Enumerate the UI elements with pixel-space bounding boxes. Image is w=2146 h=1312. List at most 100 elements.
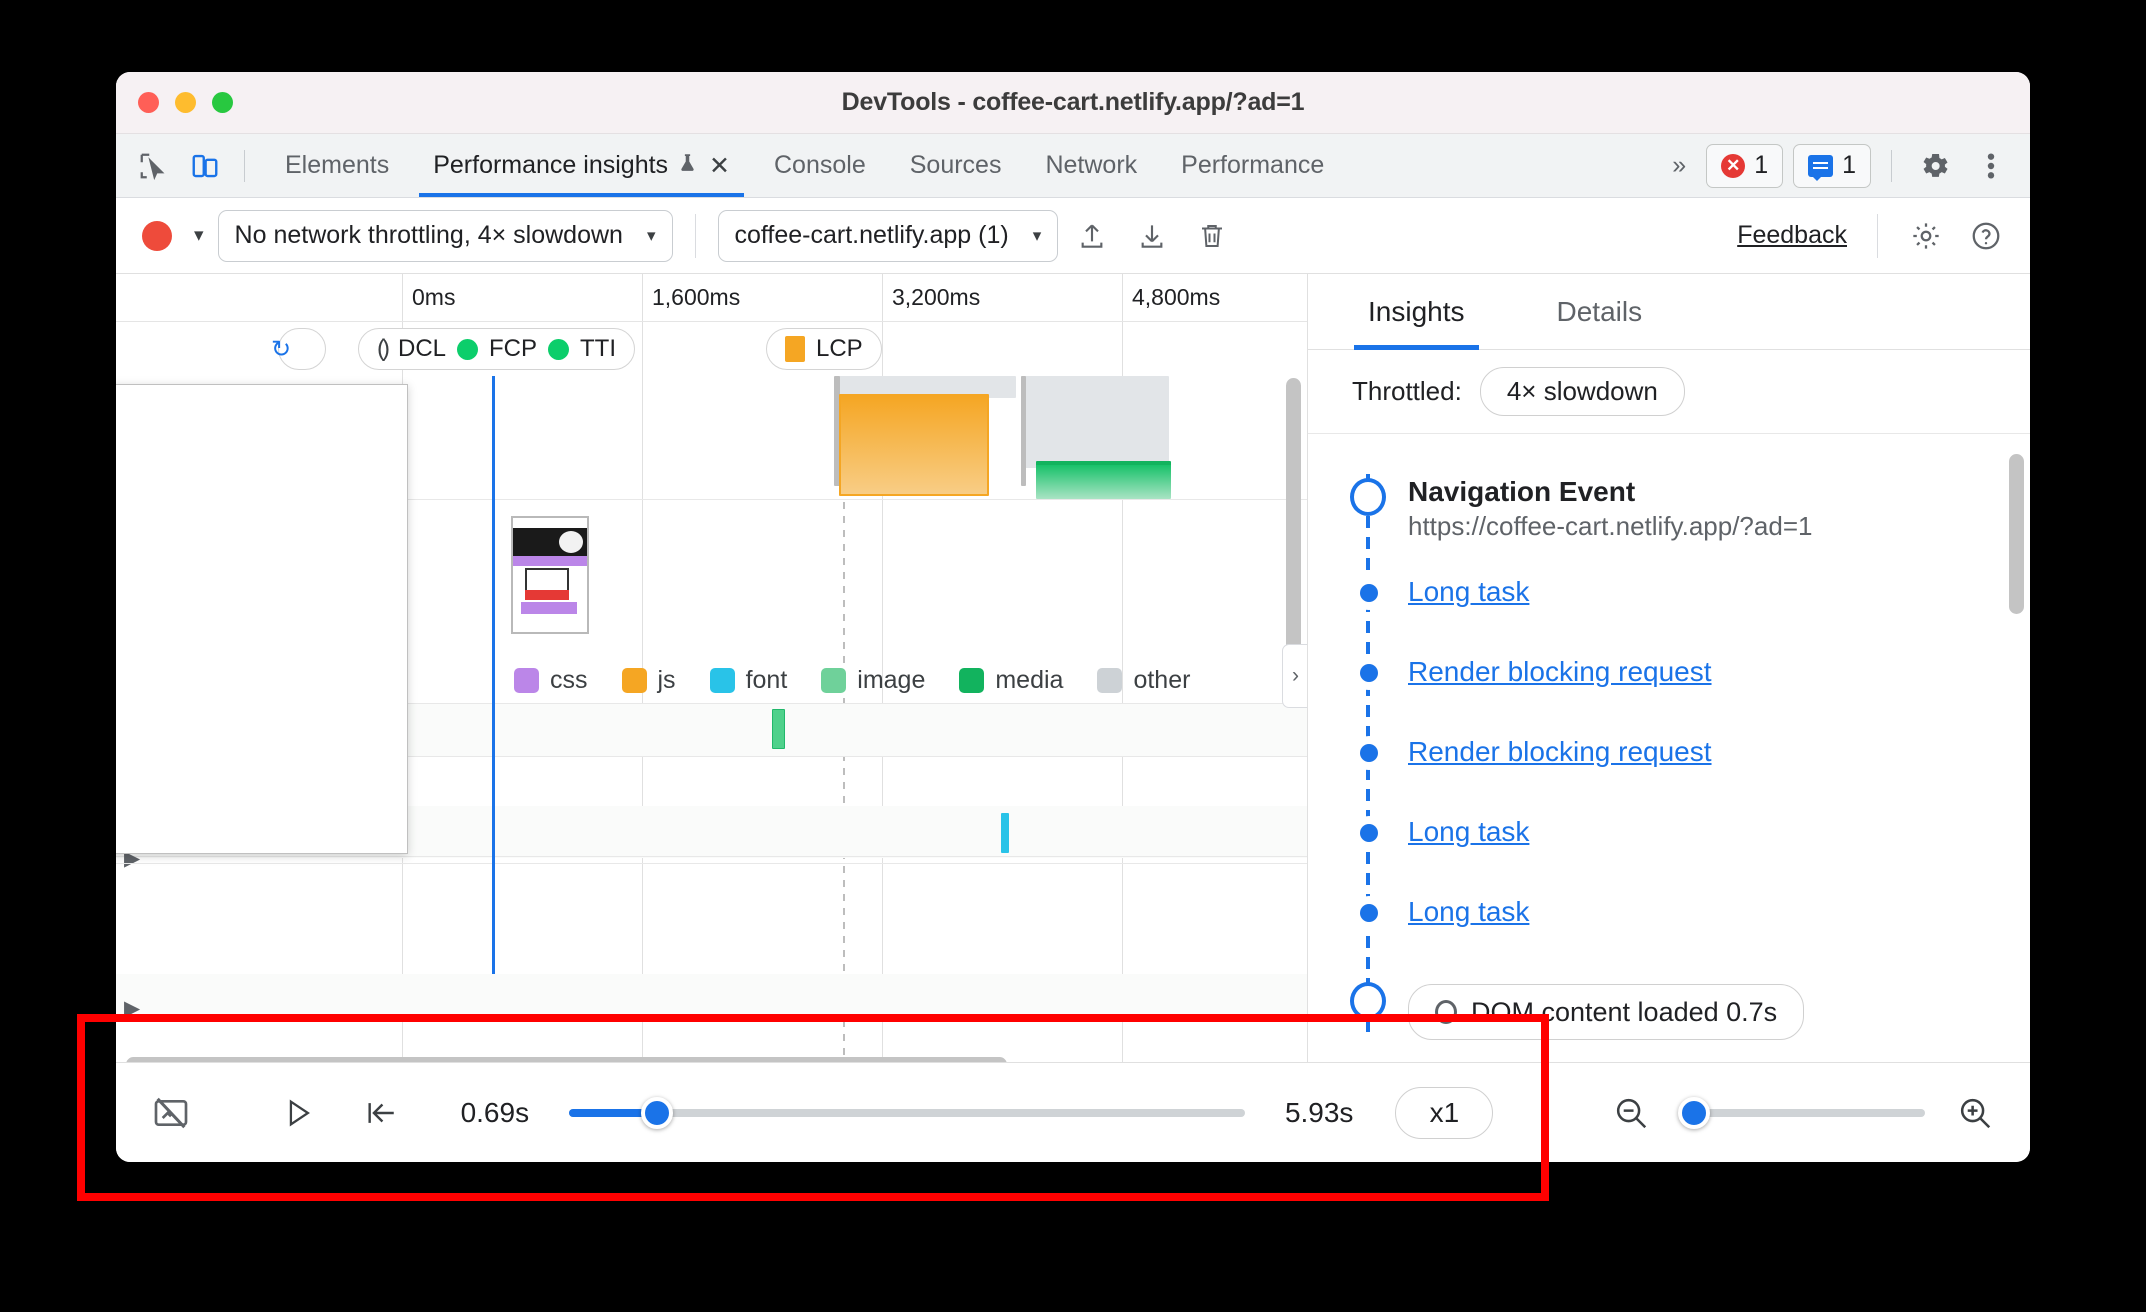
tab-performance-insights[interactable]: Performance insights ✕ (411, 134, 752, 197)
insights-list: Navigation Event https://coffee-cart.net… (1308, 434, 2030, 1040)
insight-item[interactable]: Long task (1308, 816, 2030, 896)
message-count-badge[interactable]: 1 (1793, 143, 1871, 188)
maximize-window-button[interactable] (212, 92, 233, 113)
legend-css-swatch (514, 668, 539, 693)
navigation-event-marker-icon (1350, 478, 1386, 516)
insight-link[interactable]: Render blocking request (1408, 656, 1712, 688)
download-icon[interactable] (1126, 210, 1178, 262)
network-request-js[interactable] (839, 394, 989, 496)
insight-item[interactable]: Long task (1308, 896, 2030, 976)
chevron-down-icon: ▾ (646, 225, 656, 245)
help-icon[interactable] (1960, 210, 2012, 262)
expand-sidebar-handle[interactable]: › (1282, 644, 1307, 708)
insights-vertical-scrollbar[interactable] (2009, 454, 2024, 614)
three-dot-menu-icon[interactable] (1968, 143, 2014, 189)
network-request-media[interactable] (1036, 461, 1171, 499)
legend-js: js (621, 666, 676, 695)
play-button[interactable] (271, 1085, 326, 1141)
nav-marker-pill[interactable]: ↻ (271, 328, 326, 370)
tab-console[interactable]: Console (752, 134, 888, 197)
throttled-row: Throttled: 4× slowdown (1308, 350, 2030, 434)
close-window-button[interactable] (138, 92, 159, 113)
feedback-link[interactable]: Feedback (1737, 221, 1847, 250)
trash-icon[interactable] (1186, 210, 1238, 262)
insight-link[interactable]: Long task (1408, 816, 1529, 848)
close-tab-icon[interactable]: ✕ (709, 151, 730, 181)
timeline-pane: 0ms 1,600ms 3,200ms 4,800ms ↻ () DCL FCP… (116, 274, 1308, 1088)
insight-bullet-icon (1360, 664, 1378, 682)
throttled-value-pill[interactable]: 4× slowdown (1479, 367, 1685, 416)
tti-label: TTI (580, 335, 616, 362)
legend-js-label: js (657, 666, 676, 694)
gear-icon[interactable] (1912, 143, 1958, 189)
insight-link[interactable]: Render blocking request (1408, 736, 1712, 768)
tab-details[interactable]: Details (1557, 274, 1643, 350)
zoom-slider[interactable] (1678, 1096, 1926, 1129)
playhead-marker[interactable] (492, 376, 495, 974)
record-caret-icon[interactable]: ▾ (188, 224, 210, 247)
filmstrip-thumbnail-2[interactable] (511, 516, 589, 634)
insight-navigation-event[interactable]: Navigation Event https://coffee-cart.net… (1308, 474, 2030, 554)
device-toolbar-icon[interactable] (182, 143, 228, 189)
more-tabs-icon[interactable]: » (1662, 151, 1696, 180)
hide-screenshots-icon[interactable] (144, 1085, 199, 1141)
ruler-tick-0: 0ms (412, 284, 456, 310)
minimize-window-button[interactable] (175, 92, 196, 113)
dcl-fcp-tti-markers[interactable]: () DCL FCP TTI (358, 328, 635, 370)
insight-item[interactable]: Long task (1308, 576, 2030, 656)
tab-performance[interactable]: Performance (1159, 134, 1346, 197)
playback-speed-button[interactable]: x1 (1395, 1086, 1494, 1139)
devtools-window: DevTools - coffee-cart.netlify.app/?ad=1 (116, 72, 2030, 1162)
insight-item[interactable]: Render blocking request (1308, 656, 2030, 736)
tab-performance-insights-label: Performance insights (433, 151, 669, 179)
inspect-cursor-icon[interactable] (130, 143, 176, 189)
zoom-in-icon[interactable] (1947, 1085, 2002, 1141)
window-controls[interactable] (138, 92, 233, 113)
lcp-marker[interactable]: LCP (766, 328, 882, 370)
zoom-slider-knob[interactable] (1678, 1096, 1711, 1129)
ruler-gridline (1122, 274, 1123, 321)
tab-insights-label: Insights (1368, 295, 1465, 327)
upload-icon[interactable] (1066, 210, 1118, 262)
lcp-icon (785, 336, 805, 362)
tab-network[interactable]: Network (1023, 134, 1159, 197)
legend-media: media (959, 666, 1063, 695)
network-request-bar-2[interactable] (1021, 376, 1169, 468)
timeline-vertical-scrollbar[interactable] (1286, 378, 1301, 658)
flask-icon (677, 151, 698, 181)
timeline-event-green[interactable] (772, 709, 785, 749)
insight-link[interactable]: Long task (1408, 576, 1529, 608)
ruler-gridline (402, 274, 403, 321)
time-range-knob[interactable] (641, 1096, 674, 1129)
throttled-label: Throttled: (1352, 376, 1462, 406)
window-title: DevTools - coffee-cart.netlify.app/?ad=1 (841, 88, 1305, 116)
insight-bullet-icon (1360, 904, 1378, 922)
settings-gear-icon[interactable] (1900, 210, 1952, 262)
insight-item[interactable]: Render blocking request (1308, 736, 2030, 816)
record-button[interactable] (134, 213, 180, 259)
reset-playhead-button[interactable] (354, 1085, 409, 1141)
timeline-ruler[interactable]: 0ms 1,600ms 3,200ms 4,800ms (116, 274, 1307, 322)
error-count-badge[interactable]: ✕ 1 (1706, 143, 1784, 188)
track-expand-arrow-3[interactable]: ▶ (124, 996, 140, 1021)
throttling-select[interactable]: No network throttling, 4× slowdown ▾ (217, 209, 673, 262)
time-end-label: 5.93s (1284, 1096, 1354, 1128)
perf-toolbar: ▾ No network throttling, 4× slowdown ▾ c… (116, 198, 2030, 274)
timeline-event-cyan[interactable] (1001, 813, 1009, 853)
tab-elements[interactable]: Elements (263, 134, 411, 197)
insight-link[interactable]: Long task (1408, 896, 1529, 928)
tab-console-label: Console (774, 151, 866, 179)
time-range-slider[interactable] (569, 1096, 1245, 1129)
navigation-event-url: https://coffee-cart.netlify.app/?ad=1 (1408, 511, 1813, 541)
dom-content-loaded-pill[interactable]: DOM content loaded 0.7s (1408, 984, 1805, 1040)
toolbar-divider-2 (1877, 213, 1878, 258)
tab-insights[interactable]: Insights (1354, 274, 1478, 350)
tooltip-popup (116, 384, 408, 854)
tab-performance-label: Performance (1181, 151, 1325, 179)
timeline-track-row-3[interactable] (116, 974, 1307, 1022)
tab-sources[interactable]: Sources (888, 134, 1024, 197)
fcp-label: FCP (489, 335, 537, 362)
timeline-body[interactable]: css js font image media other ▶ ▶ › (116, 376, 1307, 1076)
zoom-out-icon[interactable] (1603, 1085, 1658, 1141)
page-select[interactable]: coffee-cart.netlify.app (1) ▾ (717, 209, 1059, 262)
